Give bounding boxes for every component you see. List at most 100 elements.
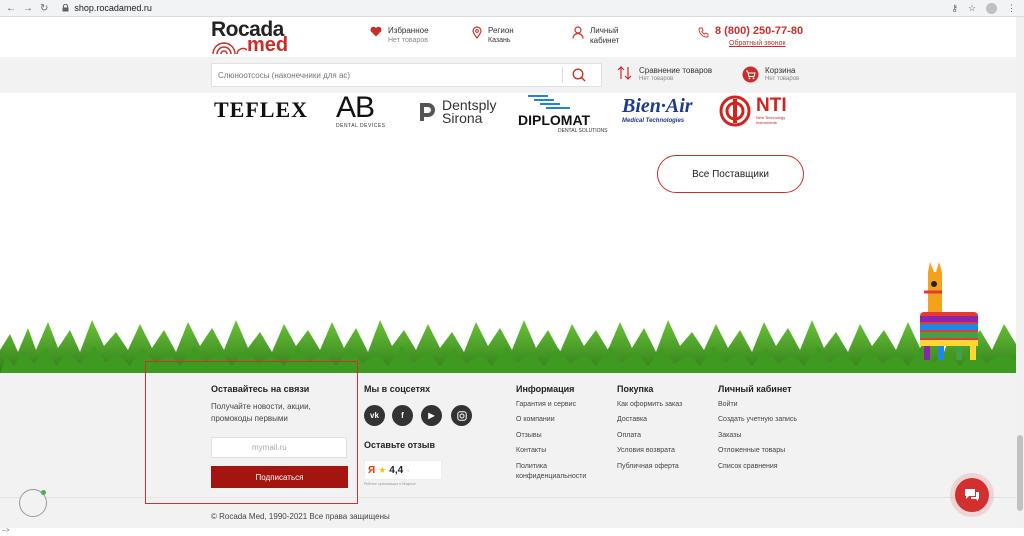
info-link-warranty[interactable]: Гарантия и сервис [516,400,576,410]
brand-ab-dental[interactable]: AB DENTAL DEVICES [336,93,386,130]
phone-icon [698,27,709,38]
cabinet-title: Личный кабинет [718,384,792,394]
purchase-link-returns[interactable]: Условия возврата [617,446,675,456]
menu-icon[interactable]: ⋮ [1007,3,1016,14]
address-bar[interactable]: shop.rocadamed.ru [62,3,152,13]
brand-diplomat[interactable]: DIPLOMAT DENTAL SOLUTIONS [518,94,607,134]
rating-value: 4,4 [389,464,404,476]
search-box [211,63,602,87]
rating-caption: Рейтинг организации в Яндексе [364,482,416,486]
favorites-link[interactable]: Избранное Нет товаров [370,26,429,45]
bookmark-star-icon[interactable]: ☆ [968,3,976,14]
brand-diplomat-sub: DENTAL SOLUTIONS [558,128,608,134]
brands-row: TEFLEX AB DENTAL DEVICES Dentsply Sirona… [0,93,1024,138]
purchase-link-delivery[interactable]: Доставка [617,415,647,425]
info-link-policy[interactable]: Политика [516,462,547,472]
page-scrollbar[interactable] [1016,17,1024,528]
reload-icon[interactable]: ↻ [40,3,48,14]
compare-arrows-icon [617,66,632,80]
search-input[interactable] [212,70,562,80]
info-link-contacts[interactable]: Контакты [516,446,546,456]
copyright-text: © Rocada Med, 1990-2021 Все права защище… [211,512,390,521]
back-icon[interactable]: ← [6,3,16,14]
user-icon [572,26,584,39]
all-suppliers-button[interactable]: Все Поставщики [657,155,804,193]
newsletter-email-input[interactable] [211,437,347,458]
scrollbar-thumb[interactable] [1017,435,1023,511]
brand-teflex[interactable]: TEFLEX [214,97,308,123]
instagram-glyph-icon [456,410,467,421]
yandex-rating-widget[interactable]: Я ★ 4,4 ☆ Рейтинг организации в Яндексе [364,460,444,488]
compare-link[interactable]: Сравнение товаров Нет товаров [617,66,712,83]
chat-button[interactable] [950,473,994,517]
newsletter-text-1: Получайте новости, акции, [211,402,311,411]
purchase-link-order[interactable]: Как оформить заказ [617,400,682,410]
purchase-link-payment[interactable]: Оплата [617,431,641,441]
account-link[interactable]: Личный кабинет [572,26,619,46]
logo-bottom: med [247,34,289,56]
region-subtitle: Казань [488,37,511,44]
yandex-rating-box: Я ★ 4,4 ☆ [364,460,442,480]
region-link[interactable]: Регион Казань [472,26,514,45]
social-title: Мы в соцсетях [364,384,431,394]
vk-icon[interactable]: vk [364,405,385,426]
browser-toolbar: ← → ↻ shop.rocadamed.ru ⚷ ☆ ⋮ [0,0,1024,17]
info-link-policy-2[interactable]: конфиденциальности [516,472,586,482]
widget-circle-button[interactable] [19,489,47,517]
cabinet-link-compare[interactable]: Список сравнения [718,462,778,472]
brand-diplomat-name: DIPLOMAT [518,112,591,128]
search-button[interactable] [563,63,595,87]
site-header: Rocada med Избранное Нет товаров Регион … [0,17,1024,57]
brand-bienair-sub: Medical Technologies [622,118,685,124]
brand-bien-air[interactable]: Bien·Air Medical Technologies [622,95,693,124]
cart-link[interactable]: Корзина Нет товаров [742,66,799,83]
key-icon[interactable]: ⚷ [951,3,958,14]
star-icon: ★ [378,464,387,475]
yandex-icon: Я [368,464,376,476]
account-subtitle: кабинет [590,36,620,45]
forward-icon[interactable]: → [23,3,33,14]
cabinet-link-orders[interactable]: Заказы [718,431,741,441]
search-bar-row: Сравнение товаров Нет товаров Корзина Не… [0,57,1024,93]
info-link-reviews[interactable]: Отзывы [516,431,542,441]
purchase-title: Покупка [617,384,654,394]
youtube-icon[interactable]: ▶ [421,405,442,426]
brand-dentsply-sirona[interactable]: Dentsply Sirona [418,98,496,126]
brand-nti-sub2: Instruments [756,120,777,125]
online-status-dot [41,490,46,495]
logo-waves-icon [212,42,247,55]
info-title: Информация [516,384,575,394]
compare-subtitle: Нет товаров [639,76,674,82]
brand-dentsply-line2: Sirona [442,110,483,126]
region-title: Регион [488,26,514,35]
cabinet-link-register[interactable]: Создать учетную запись [718,415,797,425]
phone-number[interactable]: 8 (800) 250-77-80 [715,25,803,37]
favorites-subtitle: Нет товаров [388,37,428,44]
brand-nti-name: NTI [756,95,787,116]
compare-title: Сравнение товаров [639,66,713,75]
chat-bubbles-icon [965,489,979,501]
brand-nti[interactable]: NTI New Technology Instruments [718,95,787,127]
info-link-about[interactable]: О компании [516,415,555,425]
search-icon [572,68,586,82]
newsletter-title: Оставайтесь на связи [211,384,310,394]
chat-button-inner [955,478,989,512]
purchase-link-offer[interactable]: Публичная оферта [617,462,679,472]
nti-logo-icon [719,95,751,127]
cabinet-link-login[interactable]: Войти [718,400,738,410]
cart-icon [742,66,759,83]
instagram-icon[interactable] [451,405,472,426]
review-title: Оставьте отзыв [364,440,435,450]
profile-avatar[interactable] [986,2,997,14]
site-logo[interactable]: Rocada med [211,19,303,56]
brand-ab-sub: DENTAL DEVICES [336,123,386,129]
cart-title: Корзина [765,66,796,75]
cabinet-link-wishlist[interactable]: Отложенные товары [718,446,785,456]
account-title: Личный [590,26,619,35]
facebook-icon[interactable]: f [392,405,413,426]
subscribe-button[interactable]: Подписаться [211,466,348,488]
callback-link[interactable]: Обратный звонок [729,40,786,47]
diplomat-logo-icon [528,95,570,109]
rating-stars-icon: ☆ [406,467,410,473]
newsletter-text-2: промокоды первыми [211,414,288,423]
